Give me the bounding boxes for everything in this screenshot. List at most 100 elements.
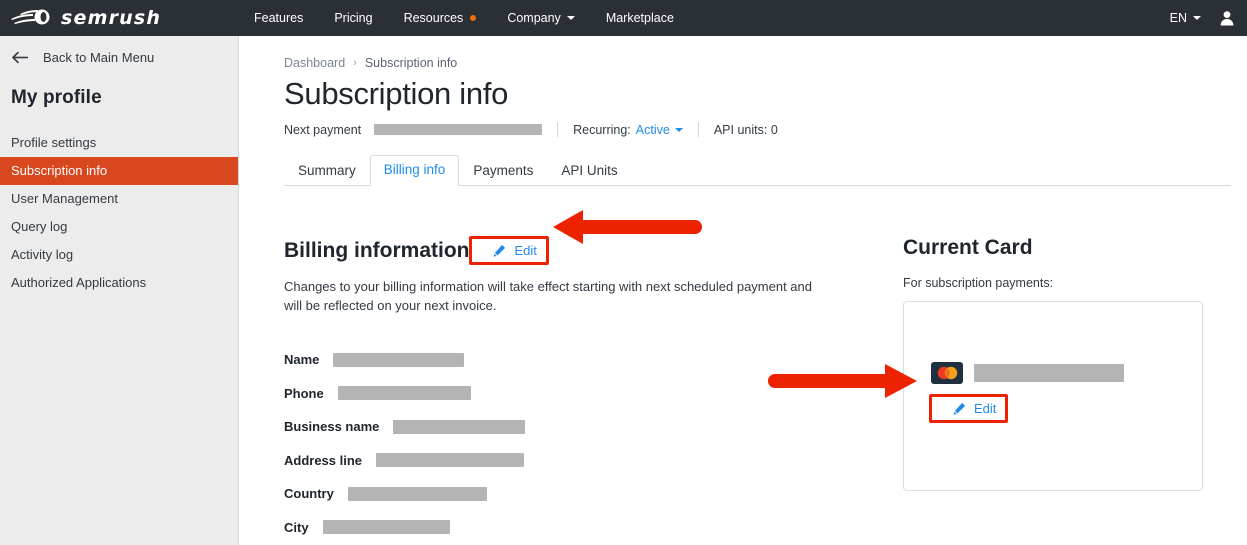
breadcrumb-current: Subscription info [364, 56, 458, 70]
field-value-redacted [347, 486, 487, 501]
sidebar-item-label: Authorized Applications [11, 275, 147, 290]
subscription-meta-row: Next payment Recurring: Active API units… [239, 112, 1247, 137]
semrush-logo-text: semrush [61, 7, 162, 29]
nav-item-pricing[interactable]: Pricing [334, 11, 372, 25]
card-edit-button[interactable]: Edit [945, 397, 1005, 420]
sidebar-item-authorized-applications[interactable]: Authorized Applications [0, 269, 238, 297]
field-label: Phone [284, 385, 324, 401]
field-value-redacted [333, 352, 465, 367]
semrush-logo[interactable]: semrush [10, 7, 192, 29]
billing-field-name: Name [284, 343, 884, 377]
page-title: Subscription info [284, 76, 509, 111]
sidebar-item-subscription-info[interactable]: Subscription info [0, 157, 238, 185]
billing-fields-list: Name Phone Business name Address line Co… [284, 343, 884, 545]
sidebar-item-label: Activity log [11, 247, 74, 262]
card-edit-label: Edit [974, 401, 997, 416]
field-value-redacted [376, 453, 525, 468]
billing-field-business-name: Business name [284, 410, 884, 444]
nav-item-marketplace[interactable]: Marketplace [606, 11, 674, 25]
billing-edit-button[interactable]: Edit [485, 239, 545, 262]
nav-item-label: Pricing [334, 11, 373, 25]
meta-divider [557, 122, 559, 137]
sidebar-item-activity-log[interactable]: Activity log [0, 241, 238, 269]
annotation-highlight-billing-edit: Edit [469, 236, 549, 265]
pencil-icon [953, 402, 966, 415]
sidebar-item-label: Query log [11, 219, 68, 234]
nav-right-cluster: EN [1170, 0, 1235, 36]
mastercard-icon [931, 362, 963, 384]
next-payment-value-redacted [374, 124, 543, 135]
billing-edit-label: Edit [514, 243, 537, 258]
language-selector-label: EN [1169, 11, 1187, 25]
sidebar-heading: My profile [11, 87, 102, 108]
semrush-comet-logo-icon [11, 9, 50, 25]
back-to-main-menu-button[interactable]: Back to Main Menu [0, 36, 238, 65]
sidebar-item-profile-settings[interactable]: Profile settings [0, 129, 238, 157]
sidebar-item-label: User Management [11, 191, 118, 206]
sidebar-item-label: Profile settings [11, 135, 97, 150]
meta-divider [697, 122, 699, 137]
nav-item-resources[interactable]: Resources [404, 11, 477, 25]
current-card-box: Edit [903, 301, 1203, 491]
sidebar-menu: Profile settings Subscription info User … [0, 129, 238, 297]
user-avatar-icon[interactable] [1219, 10, 1235, 26]
billing-section-description: Changes to your billing information will… [284, 279, 812, 313]
language-selector[interactable]: EN [1170, 11, 1201, 25]
field-value-redacted [337, 386, 471, 401]
tabs-container: Summary Billing info Payments API Units [284, 155, 1231, 186]
billing-section-title: Billing information [284, 238, 470, 262]
tab-list: Summary Billing info Payments API Units [284, 155, 1231, 186]
field-label: Country [284, 486, 334, 502]
top-navigation-bar: semrush Features Pricing Resources Compa… [0, 0, 1247, 36]
breadcrumb-separator-icon: › [353, 57, 357, 69]
chevron-down-icon [566, 16, 575, 20]
pencil-icon [494, 244, 506, 257]
chevron-down-icon [674, 127, 683, 132]
field-value-redacted [393, 419, 526, 434]
breadcrumb-dashboard-link[interactable]: Dashboard [284, 56, 345, 70]
sidebar-item-user-management[interactable]: User Management [0, 185, 238, 213]
breadcrumb: Dashboard › Subscription info [239, 36, 1247, 70]
recurring-status-value[interactable]: Active [636, 123, 670, 137]
api-units-label: API units: 0 [713, 122, 778, 137]
arrow-left-icon [12, 51, 28, 64]
nav-item-features[interactable]: Features [254, 11, 303, 25]
tab-payments[interactable]: Payments [459, 156, 547, 186]
back-to-main-menu-label: Back to Main Menu [43, 50, 155, 65]
nav-item-label: Features [254, 11, 304, 25]
nav-item-label: Marketplace [605, 11, 674, 25]
field-label: City [284, 519, 309, 535]
main-nav-links: Features Pricing Resources Company Marke… [254, 11, 705, 25]
tab-api-units[interactable]: API Units [547, 156, 631, 186]
nav-item-label: Company [507, 11, 561, 25]
tab-billing-info[interactable]: Billing info [369, 155, 460, 186]
sidebar-item-query-log[interactable]: Query log [0, 213, 238, 241]
tab-label: Payments [473, 163, 534, 178]
current-card-subtitle: For subscription payments: [903, 276, 1054, 290]
billing-field-country: Country [284, 477, 884, 511]
billing-section-header: Billing information Edit [284, 236, 884, 265]
tab-label: API Units [561, 163, 618, 178]
recurring-label: Recurring: [573, 122, 631, 137]
billing-information-section: Billing information Edit Changes to your… [284, 236, 884, 545]
field-label: Name [284, 352, 320, 368]
next-payment-label: Next payment [284, 122, 362, 137]
billing-field-phone: Phone [284, 377, 884, 411]
tab-summary[interactable]: Summary [284, 156, 370, 186]
billing-field-address-line: Address line [284, 444, 884, 478]
current-card-row [931, 362, 1124, 384]
annotation-highlight-card-edit-wrap: Edit [929, 394, 1009, 423]
card-number-redacted [974, 364, 1124, 382]
main-content: Dashboard › Subscription info Subscripti… [239, 36, 1247, 545]
profile-sidebar: Back to Main Menu My profile Profile set… [0, 36, 239, 545]
current-card-section: Current Card For subscription payments: [903, 236, 1223, 491]
tab-label: Summary [298, 163, 356, 178]
field-label: Address line [284, 452, 363, 468]
billing-field-city: City [284, 511, 884, 545]
current-card-title: Current Card [903, 236, 1033, 259]
nav-item-company[interactable]: Company [507, 11, 575, 25]
page-root: semrush Features Pricing Resources Compa… [0, 0, 1247, 545]
new-badge-dot-icon [470, 15, 477, 21]
tab-label: Billing info [383, 162, 446, 177]
field-label: Business name [284, 419, 380, 435]
